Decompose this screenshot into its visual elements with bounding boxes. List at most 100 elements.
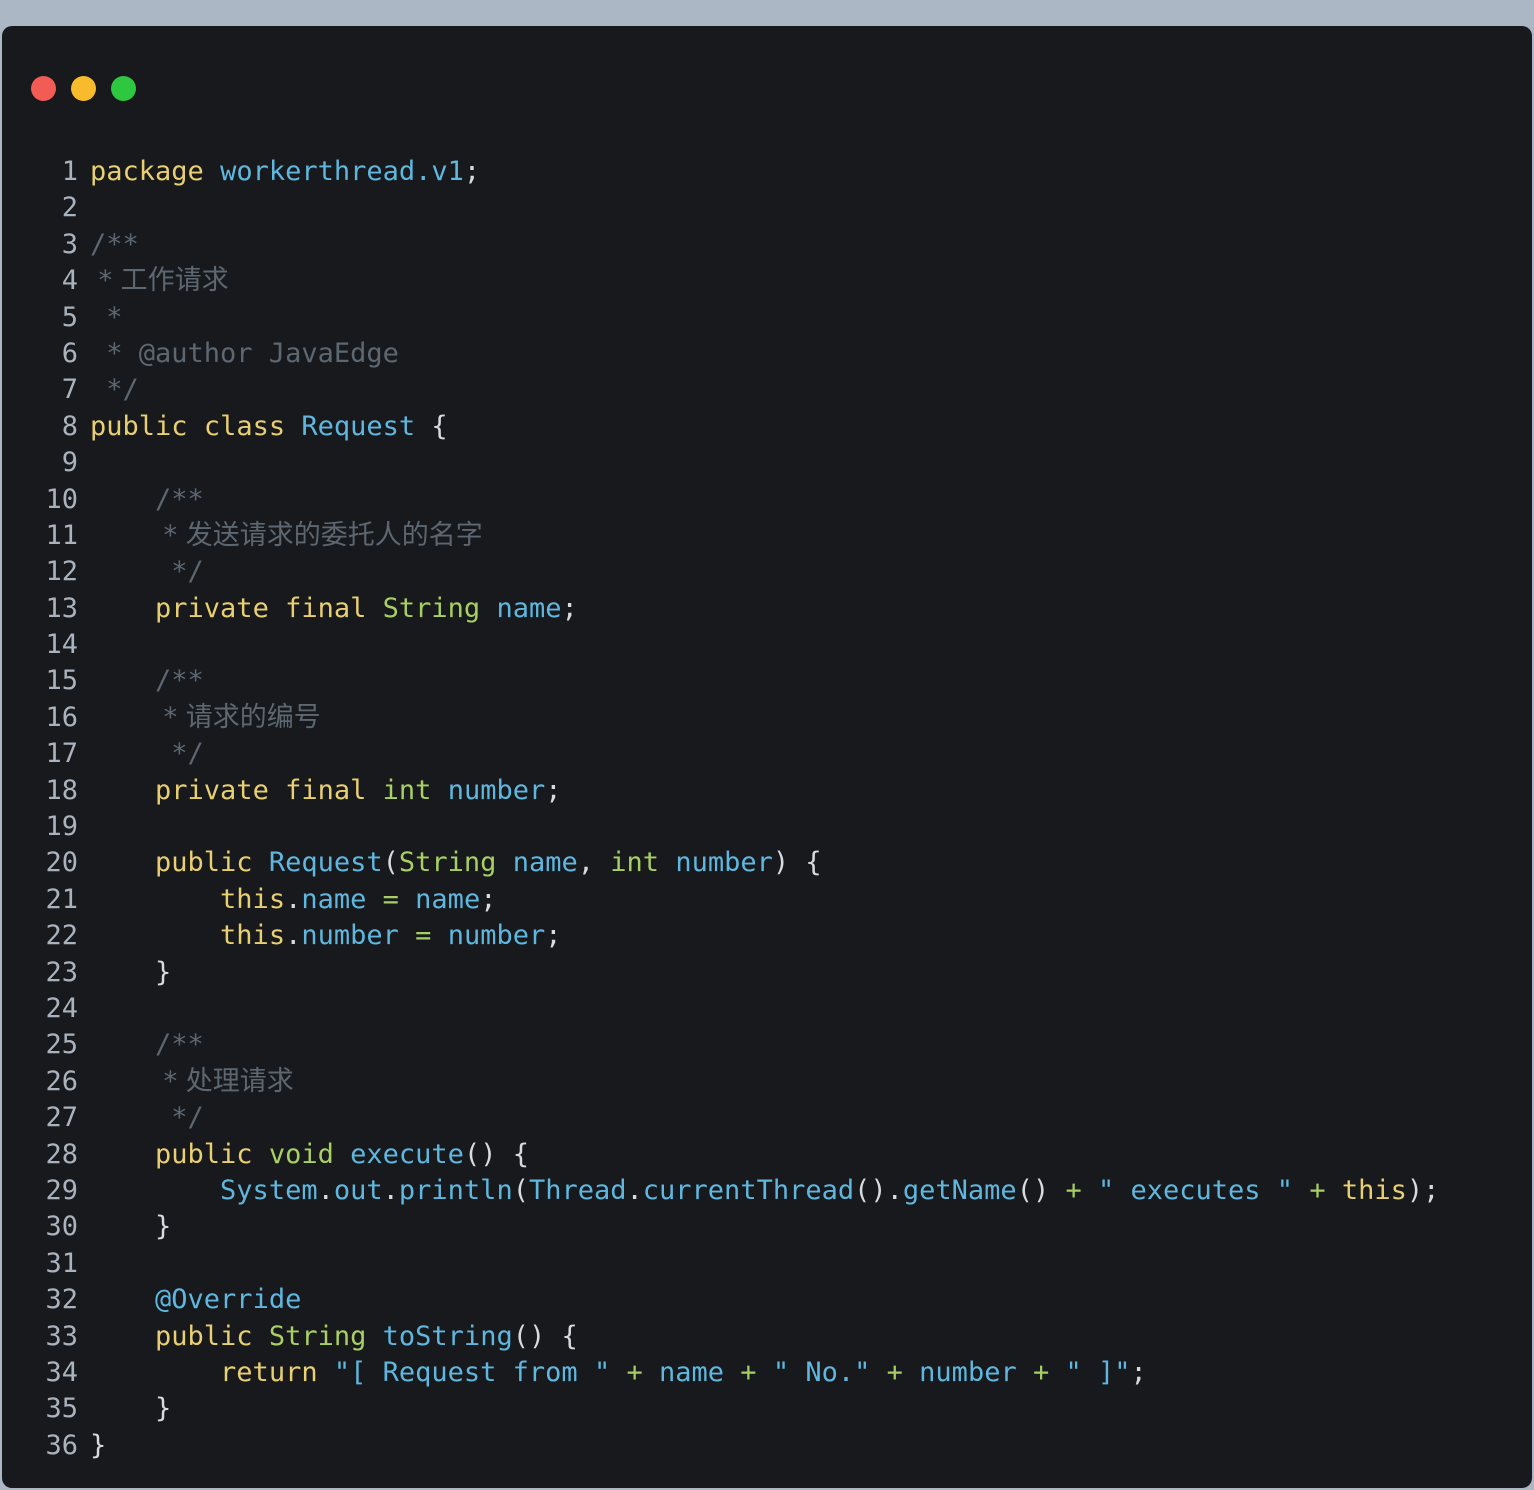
- code-line: 1 package workerthread.v1;: [2, 154, 1532, 190]
- line-number: 31: [45, 1247, 78, 1279]
- punct-token: () {: [463, 1138, 529, 1170]
- punct-token: [204, 156, 220, 187]
- comment-token: * 请求的编号: [155, 701, 321, 733]
- line-number: 8: [61, 410, 78, 442]
- identifier-token: toString: [382, 1320, 513, 1352]
- code-line: 29 System.out.println(Thread.currentThre…: [2, 1173, 1532, 1209]
- string-token: " executes ": [1098, 1174, 1294, 1206]
- punct-token: .: [317, 1174, 334, 1206]
- comment-token: * 处理请求: [155, 1065, 294, 1097]
- line-number: 14: [45, 629, 78, 661]
- punct-token: {: [415, 410, 448, 442]
- close-button[interactable]: [31, 76, 56, 101]
- line-number: 25: [45, 1029, 78, 1061]
- identifier-token: out: [333, 1174, 383, 1206]
- punct-token: [253, 847, 269, 878]
- punct-token: [90, 593, 155, 624]
- punct-token: [1017, 1357, 1033, 1388]
- code-line: 5 *: [2, 300, 1532, 336]
- punct-token: [480, 593, 496, 624]
- comment-token: */: [155, 1102, 204, 1134]
- identifier-token: @Override: [155, 1284, 302, 1316]
- code-line: 24: [2, 991, 1532, 1027]
- line-number: 30: [45, 1211, 78, 1243]
- identifier-token: number: [447, 774, 546, 806]
- type-token: void: [268, 1138, 334, 1170]
- punct-token: (: [512, 1174, 529, 1206]
- keyword-token: public: [155, 1138, 253, 1170]
- code-line: 21 this.name = name;: [2, 882, 1532, 918]
- punct-token: [90, 884, 220, 915]
- punct-token: ;: [561, 592, 578, 624]
- punct-token: ;: [545, 774, 562, 806]
- operator-token: +: [1032, 1356, 1050, 1388]
- punct-token: [399, 884, 415, 915]
- code-line: 36}: [2, 1428, 1532, 1464]
- minimize-button[interactable]: [71, 76, 96, 101]
- punct-token: [90, 484, 155, 515]
- code-line: 9: [2, 445, 1532, 481]
- punct-token: [318, 1357, 334, 1388]
- punct-token: [496, 847, 512, 878]
- identifier-token: name: [496, 592, 562, 624]
- punct-token: [90, 1066, 155, 1097]
- punct-token: ().: [854, 1174, 903, 1206]
- line-number: 20: [45, 847, 78, 879]
- punct-token: [90, 738, 155, 769]
- punct-token: [90, 1139, 155, 1170]
- identifier-token: number: [447, 920, 546, 952]
- code-line: 28 public void execute() {: [2, 1137, 1532, 1173]
- code-line: 8 public class Request {: [2, 409, 1532, 445]
- punct-token: [757, 1357, 773, 1388]
- punct-token: [90, 847, 155, 878]
- punct-token: ;: [545, 920, 562, 952]
- punct-token: [90, 1357, 220, 1388]
- identifier-token: name: [415, 883, 481, 915]
- code-window: 1 package workerthread.v1; 2 3/** 4 * 工作请求 5 …: [2, 26, 1532, 1488]
- code-line: 10 /**: [2, 482, 1532, 518]
- punct-token: [1293, 1175, 1309, 1206]
- punct-token: [1326, 1175, 1342, 1206]
- keyword-token: public: [155, 1320, 253, 1352]
- code-line: 33 public String toString() {: [2, 1319, 1532, 1355]
- punct-token: [188, 411, 204, 442]
- identifier-token: currentThread: [642, 1174, 855, 1206]
- punct-token: [90, 556, 155, 587]
- identifier-token: number: [919, 1356, 1017, 1388]
- punct-token: }: [90, 1211, 172, 1243]
- line-number: 15: [45, 665, 78, 697]
- line-number: 19: [45, 811, 78, 843]
- line-number: 34: [45, 1356, 78, 1388]
- maximize-button[interactable]: [111, 76, 136, 101]
- code-line: 15 /**: [2, 663, 1532, 699]
- type-token: String: [382, 592, 481, 624]
- code-line: 2: [2, 190, 1532, 226]
- line-number: 32: [45, 1284, 78, 1316]
- code-line: 20 public Request(String name, int numbe…: [2, 845, 1532, 881]
- code-line: 27 */: [2, 1100, 1532, 1136]
- keyword-token: return: [220, 1356, 318, 1388]
- code-line: 17 */: [2, 736, 1532, 772]
- operator-token: +: [1309, 1174, 1326, 1206]
- line-number: 12: [45, 556, 78, 588]
- identifier-token: Request: [268, 847, 383, 879]
- keyword-token: this: [220, 920, 286, 952]
- code-line: 4 * 工作请求: [2, 263, 1532, 299]
- keyword-token: final: [285, 592, 367, 624]
- type-token: int: [382, 774, 432, 806]
- code-line: 23 }: [2, 955, 1532, 991]
- line-number: 21: [45, 883, 78, 915]
- line-number: 22: [45, 920, 78, 952]
- comment-token: * 工作请求: [90, 265, 229, 297]
- punct-token: [724, 1357, 740, 1388]
- punct-token: }: [90, 1393, 172, 1425]
- code-line: 34 return "[ Request from " + name + " N…: [2, 1355, 1532, 1391]
- line-number: 6: [61, 337, 78, 369]
- punct-token: [90, 775, 155, 806]
- operator-token: +: [626, 1356, 643, 1388]
- identifier-token: workerthread.v1: [220, 156, 464, 187]
- code-line: 35 }: [2, 1391, 1532, 1427]
- punct-token: [269, 593, 285, 624]
- operator-token: +: [1065, 1174, 1082, 1206]
- identifier-token: getName: [902, 1174, 1017, 1206]
